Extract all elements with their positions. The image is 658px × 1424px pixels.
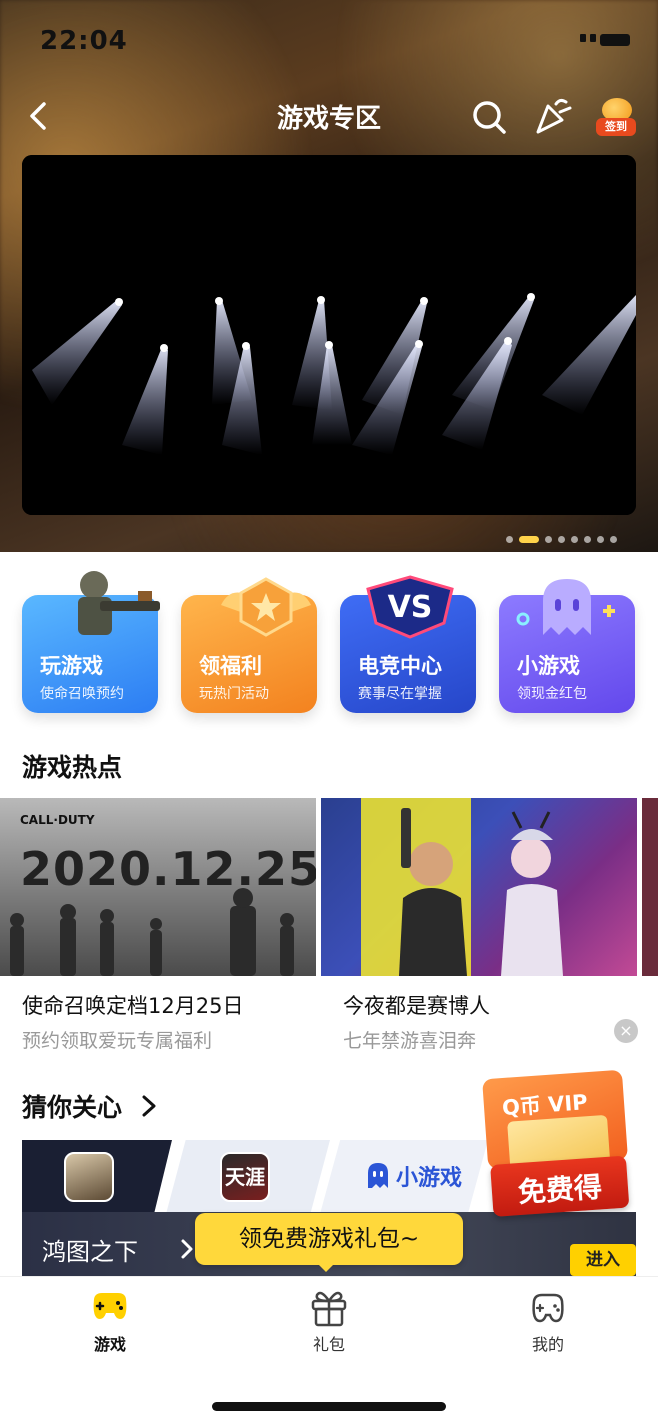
banner-pagination <box>506 536 617 543</box>
tab-label: 我的 <box>531 1335 564 1354</box>
section-title-care: 猜你关心 <box>22 1093 123 1122</box>
vip-promo-cta: 免费得 <box>490 1155 630 1217</box>
quick-entry-subtitle: 玩热门活动 <box>199 686 269 702</box>
gift-tooltip[interactable]: 领免费游戏礼包~ <box>195 1213 463 1265</box>
quick-entries: 玩游戏 使命召唤预约 领福利 玩热门活动 VS 电竞中心 赛事尽在掌握 小游戏 … <box>0 565 658 725</box>
vs-text: VS <box>388 590 433 625</box>
user-game-icon <box>532 1293 564 1323</box>
pagination-dot[interactable] <box>506 536 513 543</box>
party-popper-icon <box>536 98 572 134</box>
quick-entry-title: 玩游戏 <box>40 654 103 678</box>
battery-icon <box>600 34 630 46</box>
quick-entry-subtitle: 使命召唤预约 <box>40 686 124 702</box>
pagination-dot[interactable] <box>571 536 578 543</box>
medal-icon <box>221 577 311 637</box>
gift-icon <box>311 1291 347 1327</box>
hot-card-cod[interactable]: CALL·DUTY 2020.12.25 <box>0 798 316 976</box>
soldiers-image <box>10 888 294 976</box>
enter-game-button[interactable]: 进入 <box>570 1244 636 1276</box>
status-time: 22:04 <box>40 26 128 56</box>
quick-entry-subtitle: 领现金红包 <box>517 686 587 702</box>
signal-icon <box>580 34 586 42</box>
hot-item-subtitle: 预约领取爱玩专属福利 <box>22 1030 213 1052</box>
pagination-dot[interactable] <box>558 536 565 543</box>
sign-in-label: 签到 <box>596 118 636 136</box>
hot-item-title: 今夜都是赛博人 <box>343 994 490 1018</box>
close-icon[interactable]: × <box>614 1019 638 1043</box>
hot-card-cyberpunk[interactable] <box>321 798 637 976</box>
care-tab-game2[interactable]: 天涯 <box>166 1140 330 1214</box>
tab-label: 游戏 <box>93 1335 126 1354</box>
vs-badge-icon: VS <box>366 575 454 639</box>
game-icon-tianya: 天涯 <box>220 1152 270 1202</box>
hot-card-next[interactable] <box>642 798 658 976</box>
featured-game-name: 鸿图之下 <box>42 1238 138 1266</box>
nav-bar: 游戏专区 签到 <box>0 92 658 142</box>
gamepad-icon <box>93 1293 127 1319</box>
soldier-icon <box>78 571 160 635</box>
quick-entry-subtitle: 赛事尽在掌握 <box>358 686 442 702</box>
game-icon-hongtu <box>64 1152 114 1202</box>
search-icon <box>473 101 506 134</box>
chevron-right-icon <box>181 1239 193 1259</box>
hero-header: 22:04 游戏专区 签到 <box>0 0 658 552</box>
signal-icon <box>590 34 596 42</box>
tab-gifts[interactable]: 礼包 <box>279 1287 379 1361</box>
tooltip-arrow <box>318 1264 334 1272</box>
quick-entry-play-games[interactable]: 玩游戏 使命召唤预约 <box>22 571 160 713</box>
pagination-dot[interactable] <box>545 536 552 543</box>
party-button[interactable] <box>530 94 574 138</box>
sign-in-button[interactable]: 签到 <box>596 98 638 140</box>
hero-banner[interactable] <box>22 155 636 515</box>
pagination-dot[interactable] <box>597 536 604 543</box>
section-title-hot: 游戏热点 <box>22 753 123 782</box>
care-tab-game1[interactable] <box>22 1140 172 1214</box>
quick-entry-title: 领福利 <box>199 654 262 678</box>
pagination-dot[interactable] <box>610 536 617 543</box>
tab-label: 礼包 <box>312 1335 345 1354</box>
vip-promo-cta-label: 免费得 <box>516 1170 604 1210</box>
hot-item-title: 使命召唤定档12月25日 <box>22 994 244 1018</box>
stage-lights-image <box>22 155 636 515</box>
cod-logo: CALL·DUTY <box>20 813 95 827</box>
ghost-icon <box>368 1163 388 1188</box>
quick-entry-mini-games[interactable]: 小游戏 领现金红包 <box>499 579 635 713</box>
status-indicators <box>580 34 630 46</box>
tab-games[interactable]: 游戏 <box>60 1287 160 1361</box>
care-tab-mini-games[interactable]: 小游戏 <box>320 1140 488 1214</box>
cyberpunk-image <box>361 798 563 976</box>
hot-item-subtitle: 七年禁游喜泪奔 <box>343 1030 477 1052</box>
chevron-right-icon[interactable] <box>140 1094 158 1118</box>
quick-entry-esports[interactable]: VS 电竞中心 赛事尽在掌握 <box>340 575 476 713</box>
search-button[interactable] <box>470 98 508 136</box>
quick-entry-title: 小游戏 <box>517 654 580 678</box>
mini-games-logo: 小游戏 <box>366 1160 462 1192</box>
quick-entry-benefits[interactable]: 领福利 玩热门活动 <box>181 577 317 713</box>
vip-promo-top: Q币 VIP <box>482 1069 629 1172</box>
mini-games-label: 小游戏 <box>396 1166 463 1191</box>
qcoin-vip-promo[interactable]: Q币 VIP 免费得 <box>482 1069 642 1225</box>
ghost-icon <box>516 579 615 635</box>
tab-profile[interactable]: 我的 <box>498 1287 598 1361</box>
home-indicator <box>212 1402 446 1411</box>
quick-entry-title: 电竞中心 <box>358 654 442 678</box>
pagination-dot[interactable] <box>584 536 591 543</box>
pagination-dot[interactable] <box>519 536 539 543</box>
